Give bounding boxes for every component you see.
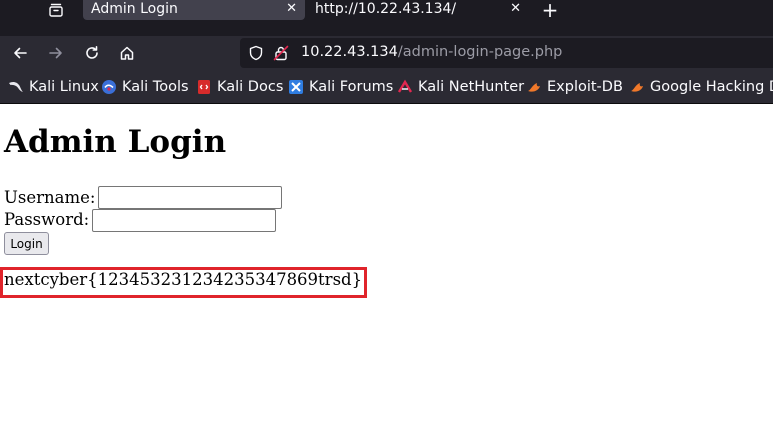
forward-arrow-icon <box>49 47 62 59</box>
insecure-lock-icon[interactable] <box>273 45 289 61</box>
bookmark-kali-forums[interactable]: Kali Forums <box>288 78 393 96</box>
kali-nethunter-icon <box>397 79 413 95</box>
home-icon <box>120 46 134 60</box>
bookmark-kali-linux[interactable]: Kali Linux <box>8 78 99 96</box>
page-content: Admin Login Username: Password: Login ne… <box>0 104 773 433</box>
exploit-db-icon <box>526 79 542 95</box>
tracking-shield-icon[interactable] <box>248 45 264 61</box>
bookmark-label: Google Hacking DB <box>650 79 773 95</box>
tab-admin-login[interactable]: Admin Login ✕ <box>83 0 305 20</box>
login-button[interactable]: Login <box>4 232 49 255</box>
kali-tools-icon <box>101 79 117 95</box>
username-input[interactable] <box>98 186 282 209</box>
back-button[interactable] <box>8 41 32 65</box>
username-label: Username: <box>4 188 96 207</box>
bookmark-kali-docs[interactable]: Kali Docs <box>196 78 283 96</box>
url-host: 10.22.43.134 <box>301 44 398 60</box>
ghdb-icon <box>629 79 645 95</box>
url-text[interactable]: 10.22.43.134/admin-login-page.php <box>301 44 562 60</box>
bookmark-exploit-db[interactable]: Exploit-DB <box>526 78 623 96</box>
tab-strip: Admin Login ✕ http://10.22.43.134/ ✕ + <box>0 0 773 36</box>
tab-title: Admin Login <box>91 1 178 17</box>
reload-button[interactable] <box>80 41 104 65</box>
tab-close-icon[interactable]: ✕ <box>286 1 297 16</box>
bookmarks-toolbar: Kali Linux Kali Tools Kali Docs Kali For… <box>0 70 773 104</box>
reload-icon <box>86 46 98 59</box>
forward-button[interactable] <box>44 41 68 65</box>
password-input[interactable] <box>92 209 276 232</box>
kali-docs-icon <box>196 79 212 95</box>
flag-text: nextcyber{12345323123423534786​9trsd} <box>4 270 363 289</box>
new-tab-plus-icon[interactable]: + <box>538 0 562 20</box>
kali-forums-icon <box>288 79 304 95</box>
bookmark-label: Kali Docs <box>217 79 284 95</box>
url-bar[interactable]: 10.22.43.134/admin-login-page.php <box>240 38 773 68</box>
bookmark-label: Exploit-DB <box>547 79 623 95</box>
tab-list-button[interactable] <box>40 0 72 20</box>
nav-toolbar: 10.22.43.134/admin-login-page.php <box>0 36 773 70</box>
bookmark-label: Kali Forums <box>309 79 394 95</box>
bookmark-kali-tools[interactable]: Kali Tools <box>101 78 189 96</box>
tab-title: http://10.22.43.134/ <box>315 1 457 17</box>
home-button[interactable] <box>115 41 139 65</box>
bookmark-label: Kali NetHunter <box>418 79 525 95</box>
url-path: /admin-login-page.php <box>397 44 563 60</box>
bookmark-label: Kali Linux <box>29 79 99 95</box>
bookmark-label: Kali Tools <box>122 79 189 95</box>
back-arrow-icon <box>14 47 27 59</box>
bookmark-google-hacking-db[interactable]: Google Hacking DB <box>629 78 773 96</box>
page-title: Admin Login <box>4 124 227 160</box>
tab-root-site[interactable]: http://10.22.43.134/ ✕ <box>307 0 529 20</box>
bookmark-kali-nethunter[interactable]: Kali NetHunter <box>397 78 524 96</box>
tab-close-icon[interactable]: ✕ <box>510 1 521 16</box>
kali-dragon-icon <box>8 79 24 95</box>
tab-list-icon <box>49 3 63 17</box>
password-label: Password: <box>4 210 90 229</box>
